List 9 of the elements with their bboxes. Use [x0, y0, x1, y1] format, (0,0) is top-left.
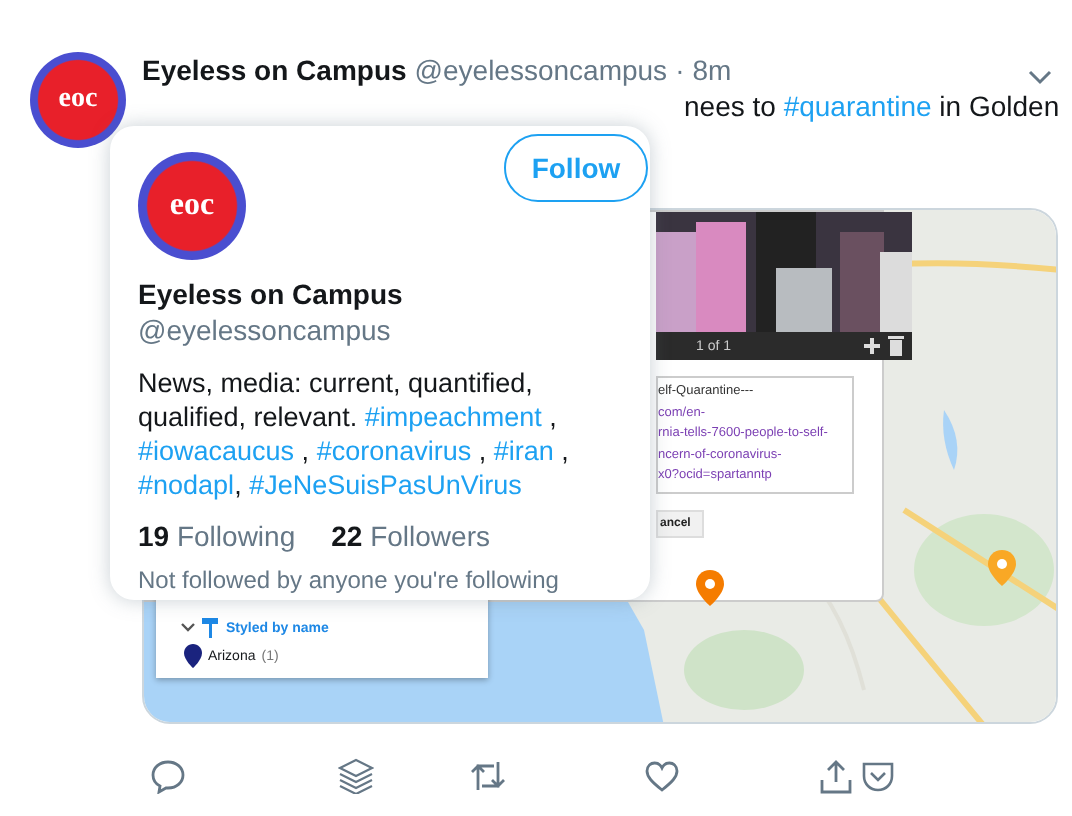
tweet-text: nees to #quarantine in Golden	[684, 88, 1060, 124]
hashtag-link[interactable]: #quarantine	[783, 90, 932, 122]
tweet-time[interactable]: 8m	[692, 52, 732, 88]
author-handle: @eyelessoncampus	[414, 52, 668, 88]
avatar-text: eoc	[58, 86, 98, 114]
author-name[interactable]: Eyeless on Campus	[142, 52, 407, 88]
separator-dot: ·	[675, 52, 685, 88]
avatar[interactable]: eoc	[30, 52, 126, 148]
follow-button[interactable]: Follow	[504, 134, 648, 202]
